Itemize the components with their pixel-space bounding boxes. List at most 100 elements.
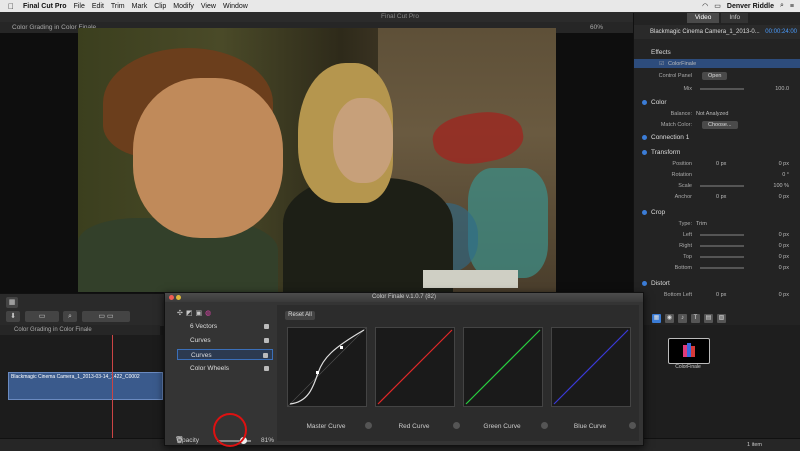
checkbox-icon[interactable]: ☑ <box>634 61 668 67</box>
master-curve-editor[interactable] <box>287 327 367 407</box>
crop-bottom-slider[interactable] <box>700 266 744 269</box>
blue-curve-editor[interactable] <box>551 327 631 407</box>
effects-browser-icon[interactable]: ▦ <box>652 313 661 323</box>
connection-enabled-icon[interactable] <box>642 135 647 140</box>
layer-item-selected[interactable]: Curves <box>177 349 273 360</box>
video-frame <box>78 28 556 292</box>
crop-right-slider[interactable] <box>700 244 744 247</box>
menu-clip[interactable]: Clip <box>154 3 166 10</box>
layer-checkbox[interactable] <box>263 353 268 358</box>
photo-browser-icon[interactable]: ◉ <box>665 313 674 323</box>
crop-section[interactable]: Crop <box>634 207 800 218</box>
transform-enabled-icon[interactable] <box>642 150 647 155</box>
red-curve-editor[interactable] <box>375 327 455 407</box>
minimize-icon[interactable] <box>176 295 181 300</box>
color-enabled-icon[interactable] <box>642 100 647 105</box>
graffiti-teal <box>468 168 548 278</box>
colorfinale-effect-row[interactable]: ☑ ColorFinale <box>634 59 800 68</box>
crop-left-row: Left 0 px <box>634 230 800 239</box>
colorfinale-effect-thumbnail[interactable] <box>668 338 710 364</box>
crop-enabled-icon[interactable] <box>642 210 647 215</box>
layer-item[interactable]: Color Wheels <box>177 363 273 374</box>
bottom-left-x-value[interactable]: 0 px <box>716 292 726 298</box>
menu-view[interactable]: View <box>201 3 216 10</box>
tab-info[interactable]: Info <box>721 13 749 23</box>
connection-section[interactable]: Connection 1 <box>634 132 800 143</box>
layer-checkbox[interactable] <box>264 338 269 343</box>
generators-browser-icon[interactable]: ▤ <box>704 313 713 323</box>
mix-value[interactable]: 100.0 <box>775 86 789 92</box>
grid-icon[interactable]: ▦ <box>6 297 18 308</box>
blue-curve-reset-icon[interactable] <box>629 422 636 429</box>
vectors-icon[interactable]: ✣ <box>177 309 183 317</box>
crop-left-slider[interactable] <box>700 233 744 236</box>
menu-mark[interactable]: Mark <box>132 3 148 10</box>
edit-tools-button[interactable]: ▭ ▭ <box>82 311 130 322</box>
layers-icon[interactable]: ▣ <box>196 309 203 317</box>
color-section[interactable]: Color <box>634 97 800 108</box>
close-icon[interactable] <box>169 295 174 300</box>
effects-section[interactable]: Effects <box>634 47 800 58</box>
crop-right-row: Right 0 px <box>634 241 800 250</box>
crop-bottom-value[interactable]: 0 px <box>779 265 789 271</box>
open-control-panel-button[interactable]: Open <box>702 71 728 80</box>
transform-section[interactable]: Transform <box>634 147 800 158</box>
color-finale-titlebar: Color Finale v.1.0.7 (82) <box>165 293 643 302</box>
menu-app[interactable]: Final Cut Pro <box>23 3 67 10</box>
highlight-circle-annotation <box>213 413 247 447</box>
position-x-value[interactable]: 0 px <box>716 161 726 167</box>
battery-icon[interactable]: ▭ <box>714 2 721 10</box>
distort-section[interactable]: Distort <box>634 278 800 289</box>
menu-file[interactable]: File <box>74 3 85 10</box>
opacity-value[interactable]: 81% <box>261 437 274 444</box>
viewer-zoom[interactable]: 60% <box>590 24 603 31</box>
mix-slider[interactable] <box>700 87 744 90</box>
crop-left-label: Left <box>682 231 692 238</box>
menu-list-icon[interactable]: ≡ <box>790 3 794 10</box>
music-browser-icon[interactable]: ♪ <box>678 313 687 323</box>
crop-top-slider[interactable] <box>700 255 744 258</box>
rotation-value[interactable]: 0 ° <box>782 172 789 178</box>
menu-edit[interactable]: Edit <box>92 3 104 10</box>
layer-checkbox[interactable] <box>264 324 269 329</box>
anchor-x-value[interactable]: 0 px <box>716 194 726 200</box>
green-curve-label: Green Curve <box>483 423 521 430</box>
scale-slider[interactable] <box>700 184 744 187</box>
curves-icon[interactable]: ◩ <box>186 309 193 317</box>
timeline-clip[interactable]: Blackmagic Cinema Camera_1_2013-03-14_14… <box>8 372 163 400</box>
color-wheels-icon[interactable]: ◍ <box>205 309 211 317</box>
apple-icon[interactable]:  <box>6 2 16 11</box>
anchor-y-value[interactable]: 0 px <box>779 194 789 200</box>
match-color-button[interactable]: Choose... <box>702 120 738 129</box>
tab-video[interactable]: Video <box>686 13 720 23</box>
search-icon[interactable]: ⌕ <box>63 311 77 322</box>
layer-item[interactable]: 6 Vectors <box>177 321 273 332</box>
inspector-tabs: Video Info <box>634 13 800 23</box>
titles-browser-icon[interactable]: T <box>691 313 700 323</box>
reset-all-button[interactable]: Reset All <box>285 311 315 320</box>
layer-checkbox[interactable] <box>264 366 269 371</box>
green-curve-editor[interactable] <box>463 327 543 407</box>
user-name[interactable]: Denver Riddle <box>727 3 774 10</box>
distort-enabled-icon[interactable] <box>642 281 647 286</box>
crop-left-value[interactable]: 0 px <box>779 232 789 238</box>
menu-modify[interactable]: Modify <box>173 3 194 10</box>
position-y-value[interactable]: 0 px <box>779 161 789 167</box>
wifi-icon[interactable]: ◠ <box>702 2 708 10</box>
playhead[interactable] <box>112 335 113 438</box>
crop-type-select[interactable]: Trim <box>696 221 707 227</box>
menu-trim[interactable]: Trim <box>111 3 125 10</box>
search-icon[interactable]: ⌕ <box>780 2 784 10</box>
bottom-left-y-value[interactable]: 0 px <box>779 292 789 298</box>
scale-value[interactable]: 100 % <box>773 183 789 189</box>
crop-top-value[interactable]: 0 px <box>779 254 789 260</box>
layer-name: Color Wheels <box>190 365 230 372</box>
import-icon[interactable]: ⬇ <box>6 311 20 322</box>
layer-tools: ✣ ◩ ▣ ◍ <box>177 309 211 317</box>
layer-name: Curves <box>190 337 211 344</box>
layer-item[interactable]: Curves <box>177 335 273 346</box>
keyword-button[interactable]: ▭ <box>25 311 59 322</box>
menu-window[interactable]: Window <box>223 3 248 10</box>
themes-browser-icon[interactable]: ▧ <box>717 313 726 323</box>
crop-right-value[interactable]: 0 px <box>779 243 789 249</box>
